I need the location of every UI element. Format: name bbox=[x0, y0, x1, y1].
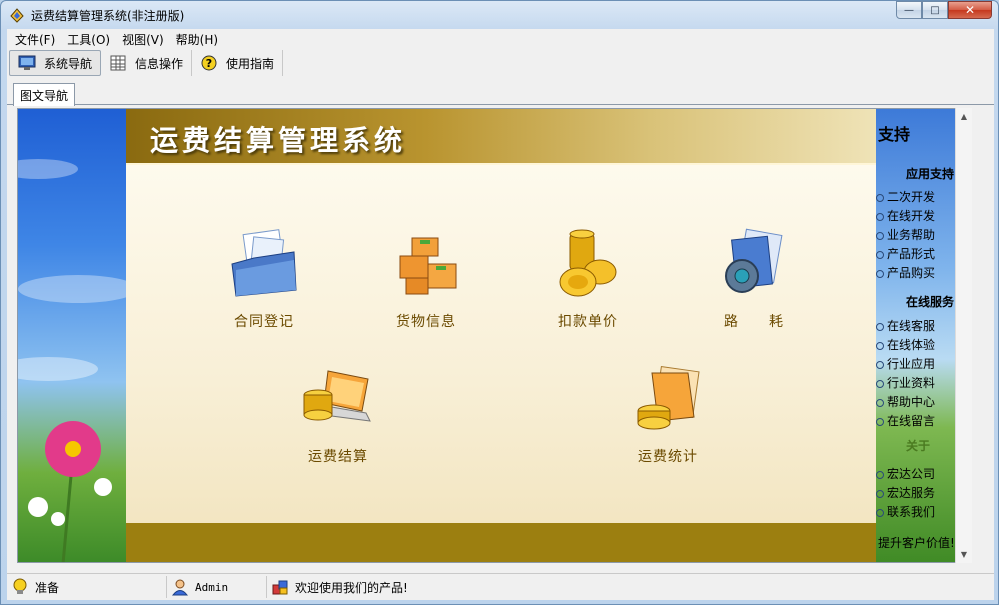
status-user-cell: Admin bbox=[167, 576, 267, 598]
user-icon bbox=[171, 579, 189, 596]
support-column: 支持 应用支持 二次开发 在线开发 业务帮助 产品形式 产品购买 在线服务 在线… bbox=[876, 109, 964, 562]
menu-tools[interactable]: 工具(O) bbox=[61, 31, 116, 48]
status-state-text: 准备 bbox=[35, 580, 60, 595]
support-link-online-message[interactable]: 在线留言 bbox=[876, 412, 935, 429]
support-section-about: 关于 bbox=[906, 439, 931, 453]
application-window: 运费结算管理系统(非注册版) — □ ✕ 文件(F) 工具(O) 视图(V) 帮… bbox=[0, 0, 999, 605]
support-link-contact-us[interactable]: 联系我们 bbox=[876, 503, 935, 520]
support-footer: 提升客户价值! bbox=[878, 536, 955, 550]
nav-road-loss-label: 路 耗 bbox=[724, 314, 784, 330]
support-link-online-trial[interactable]: 在线体验 bbox=[876, 336, 935, 353]
nav-deduction-price[interactable]: 扣款单价 bbox=[528, 224, 648, 331]
grid-icon bbox=[110, 55, 126, 71]
user-guide-label: 使用指南 bbox=[226, 56, 275, 71]
scroll-down-icon[interactable]: ▼ bbox=[956, 546, 972, 562]
svg-text:?: ? bbox=[206, 57, 212, 70]
help-icon: ? bbox=[201, 55, 217, 71]
scroll-up-icon[interactable]: ▲ bbox=[956, 108, 972, 124]
support-link-company[interactable]: 宏达公司 bbox=[876, 465, 935, 482]
coins-icon bbox=[559, 229, 617, 297]
status-message-text: 欢迎使用我们的产品! bbox=[295, 580, 408, 595]
support-title: 支持 bbox=[878, 125, 911, 144]
nav-road-loss[interactable]: 路 耗 bbox=[694, 224, 814, 331]
support-section-application: 应用支持 bbox=[906, 167, 955, 181]
nav-cargo-info-label: 货物信息 bbox=[396, 314, 456, 330]
maximize-button[interactable]: □ bbox=[922, 1, 948, 19]
decorative-landscape bbox=[18, 159, 126, 562]
support-link-company-service[interactable]: 宏达服务 bbox=[876, 484, 935, 501]
toolbar: 系统导航 信息操作 ? 使用指南 bbox=[7, 49, 994, 77]
product-box-icon bbox=[272, 580, 288, 595]
nav-cargo-info[interactable]: 货物信息 bbox=[366, 224, 486, 331]
window-title: 运费结算管理系统(非注册版) bbox=[31, 8, 185, 23]
support-link-secondary-dev[interactable]: 二次开发 bbox=[876, 188, 935, 205]
support-link-industry-app[interactable]: 行业应用 bbox=[876, 355, 935, 372]
client-area: 文件(F) 工具(O) 视图(V) 帮助(H) 系统导航 信息操作 ? 使用指南… bbox=[7, 29, 994, 600]
support-link-online-dev[interactable]: 在线开发 bbox=[876, 207, 935, 224]
title-bar[interactable]: 运费结算管理系统(非注册版) — □ ✕ bbox=[1, 1, 998, 29]
user-guide-button[interactable]: ? 使用指南 bbox=[192, 50, 284, 76]
nav-deduction-price-label: 扣款单价 bbox=[558, 314, 618, 330]
support-section-online: 在线服务 bbox=[906, 295, 955, 309]
panel-header: 运费结算管理系统 bbox=[126, 109, 876, 165]
support-link-business-help[interactable]: 业务帮助 bbox=[876, 226, 935, 243]
lightbulb-icon bbox=[13, 578, 27, 594]
tab-bar: 图文导航 bbox=[7, 81, 994, 106]
menu-help[interactable]: 帮助(H) bbox=[170, 31, 224, 48]
boxes-icon bbox=[399, 237, 457, 295]
menu-view[interactable]: 视图(V) bbox=[116, 31, 170, 48]
nav-contract-registration[interactable]: 合同登记 bbox=[204, 224, 324, 331]
support-link-industry-data[interactable]: 行业资料 bbox=[876, 374, 935, 391]
background-image-left bbox=[18, 109, 126, 562]
info-operation-label: 信息操作 bbox=[135, 56, 184, 71]
status-bar: 准备 Admin 欢迎使用我们的产品! bbox=[7, 573, 994, 600]
gear-document-icon bbox=[725, 228, 783, 293]
info-operation-button[interactable]: 信息操作 bbox=[101, 50, 193, 76]
folder-coins-icon bbox=[637, 366, 700, 430]
nav-freight-statistics-label: 运费统计 bbox=[638, 449, 698, 465]
close-button[interactable]: ✕ bbox=[948, 1, 992, 19]
minimize-button[interactable]: — bbox=[896, 1, 922, 19]
panel-title: 运费结算管理系统 bbox=[150, 124, 407, 157]
system-nav-button[interactable]: 系统导航 bbox=[9, 50, 102, 76]
status-state-cell: 准备 bbox=[7, 576, 167, 598]
main-panel: 运费结算管理系统 合同登记 货物信息 扣款单价 路 耗 运费结算 运费统计 bbox=[126, 109, 876, 562]
nav-freight-settlement-label: 运费结算 bbox=[308, 449, 368, 465]
nav-contract-registration-label: 合同登记 bbox=[234, 314, 294, 330]
tab-graphic-nav[interactable]: 图文导航 bbox=[13, 83, 76, 106]
vertical-scrollbar[interactable]: ▲ ▼ bbox=[955, 108, 972, 563]
panel-footer bbox=[126, 523, 876, 562]
support-link-product-purchase[interactable]: 产品购买 bbox=[876, 264, 935, 281]
system-nav-label: 系统导航 bbox=[44, 56, 93, 71]
monitor-icon bbox=[18, 55, 36, 70]
menu-file[interactable]: 文件(F) bbox=[9, 31, 61, 48]
app-icon bbox=[10, 8, 24, 23]
window-controls: — □ ✕ bbox=[896, 1, 992, 19]
menu-bar: 文件(F) 工具(O) 视图(V) 帮助(H) bbox=[7, 29, 994, 49]
folder-documents-icon bbox=[231, 229, 297, 297]
laptop-coins-icon bbox=[303, 370, 371, 422]
graphic-nav-view: 运费结算管理系统 合同登记 货物信息 扣款单价 路 耗 运费结算 运费统计 支持… bbox=[17, 108, 965, 563]
status-user-text: Admin bbox=[195, 580, 229, 594]
support-link-help-center[interactable]: 帮助中心 bbox=[876, 393, 935, 410]
nav-freight-statistics[interactable]: 运费统计 bbox=[608, 359, 728, 466]
status-message-cell: 欢迎使用我们的产品! bbox=[267, 576, 408, 598]
support-link-product-form[interactable]: 产品形式 bbox=[876, 245, 935, 262]
nav-freight-settlement[interactable]: 运费结算 bbox=[278, 359, 398, 466]
support-link-online-service[interactable]: 在线客服 bbox=[876, 317, 935, 334]
